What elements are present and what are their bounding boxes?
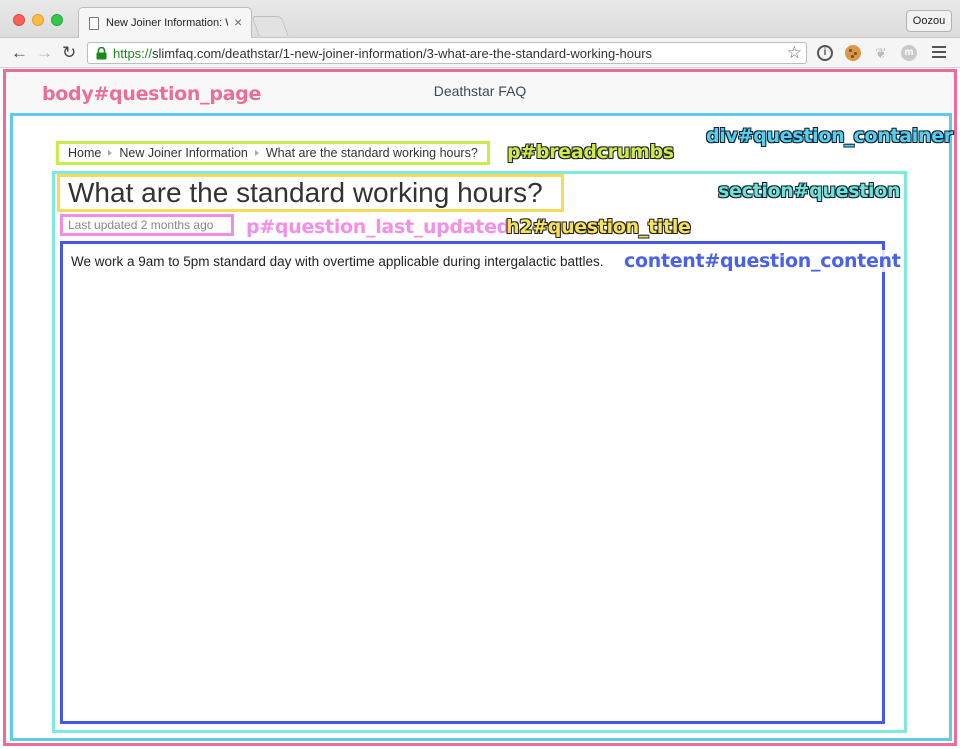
annotation-container: div#question_container: [706, 125, 953, 147]
hamburger-menu-icon[interactable]: [932, 46, 946, 61]
browser-titlebar: New Joiner Information: W × Oozou: [0, 0, 960, 38]
bookmark-star-icon[interactable]: ☆: [787, 43, 802, 63]
question-page: Deathstar FAQ Home New Joiner Informatio…: [0, 69, 960, 749]
cookie-extension-icon[interactable]: [845, 45, 861, 61]
breadcrumb: Home New Joiner Information What are the…: [56, 141, 490, 165]
breadcrumb-current: What are the standard working hours?: [265, 146, 478, 160]
info-extension-icon[interactable]: i: [817, 45, 833, 61]
annotation-body: body#question_page: [42, 83, 262, 105]
breadcrumb-category[interactable]: New Joiner Information: [119, 144, 248, 162]
address-bar[interactable]: https://slimfaq.com/deathstar/1-new-join…: [87, 42, 807, 64]
lock-icon: [96, 47, 107, 60]
browser-tab[interactable]: New Joiner Information: W ×: [78, 7, 252, 38]
url-text: https://slimfaq.com/deathstar/1-new-join…: [113, 46, 653, 61]
page-title: What are the standard working hours?: [57, 174, 564, 212]
new-tab-button[interactable]: [251, 16, 289, 36]
close-window-button[interactable]: [13, 14, 25, 26]
chevron-right-icon: [254, 150, 259, 156]
back-arrow-icon[interactable]: ←: [11, 43, 28, 63]
annotation-breadcrumbs: p#breadcrumbs: [507, 141, 674, 163]
close-icon[interactable]: ×: [234, 14, 242, 30]
document-icon: [89, 17, 99, 30]
minimize-window-button[interactable]: [32, 14, 44, 26]
annotation-section: section#question: [718, 180, 901, 202]
maximize-window-button[interactable]: [51, 14, 63, 26]
leaf-extension-icon[interactable]: ❦: [873, 45, 889, 61]
m-extension-icon[interactable]: m: [901, 45, 917, 61]
annotation-content: content#question_content: [624, 250, 901, 272]
annotation-title: h2#question_title: [506, 216, 691, 238]
chevron-right-icon: [108, 150, 113, 156]
content-text: We work a 9am to 5pm standard day with o…: [71, 254, 604, 269]
browser-toolbar: ← → ↻ https://slimfaq.com/deathstar/1-ne…: [0, 38, 960, 68]
question-content: We work a 9am to 5pm standard day with o…: [60, 241, 885, 724]
breadcrumb-home[interactable]: Home: [68, 144, 101, 162]
last-updated-text: Last updated 2 months ago: [60, 214, 234, 236]
reload-icon[interactable]: ↻: [62, 43, 76, 63]
forward-arrow-icon[interactable]: →: [36, 43, 53, 63]
tab-title: New Joiner Information: W: [106, 17, 228, 29]
annotation-last-updated: p#question_last_updated: [246, 216, 510, 238]
profile-button[interactable]: Oozou: [906, 10, 952, 32]
